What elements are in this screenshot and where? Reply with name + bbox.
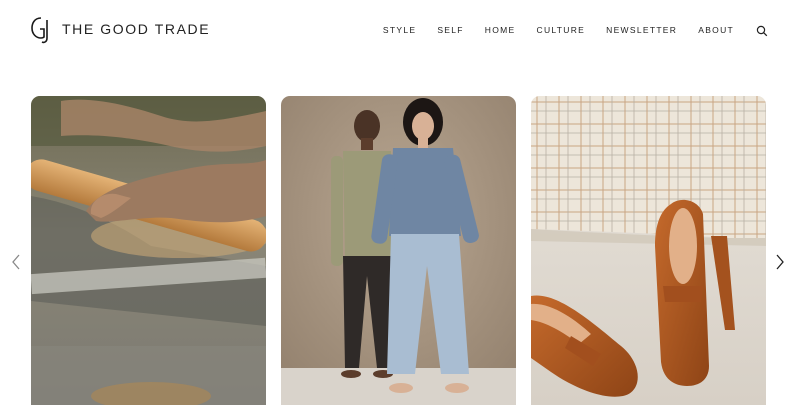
nav-item-style[interactable]: STYLE <box>383 25 416 35</box>
brand-logo[interactable]: THE GOOD TRADE <box>30 14 210 44</box>
nav-item-culture[interactable]: CULTURE <box>537 25 586 35</box>
featured-carousel <box>0 96 800 405</box>
nav-item-about[interactable]: ABOUT <box>698 25 734 35</box>
logo-mark-icon <box>31 17 48 44</box>
suede-loafers-photo <box>531 96 766 405</box>
hands-rolling-dough-photo <box>31 96 266 405</box>
chevron-right-icon[interactable] <box>773 252 787 272</box>
site-header: THE GOOD TRADE STYLE SELF HOME CULTURE N… <box>0 0 800 60</box>
nav-item-self[interactable]: SELF <box>437 25 463 35</box>
two-women-standing-photo <box>281 96 516 405</box>
nav-item-home[interactable]: HOME <box>485 25 516 35</box>
chevron-left-icon[interactable] <box>9 252 23 272</box>
carousel-card[interactable] <box>281 96 516 405</box>
brand-name: THE GOOD TRADE <box>62 21 211 37</box>
nav-item-newsletter[interactable]: NEWSLETTER <box>606 25 677 35</box>
carousel-card[interactable] <box>531 96 766 405</box>
search-icon[interactable] <box>756 24 768 37</box>
main-nav: STYLE SELF HOME CULTURE NEWSLETTER ABOUT <box>362 24 768 37</box>
carousel-card[interactable] <box>31 96 266 405</box>
